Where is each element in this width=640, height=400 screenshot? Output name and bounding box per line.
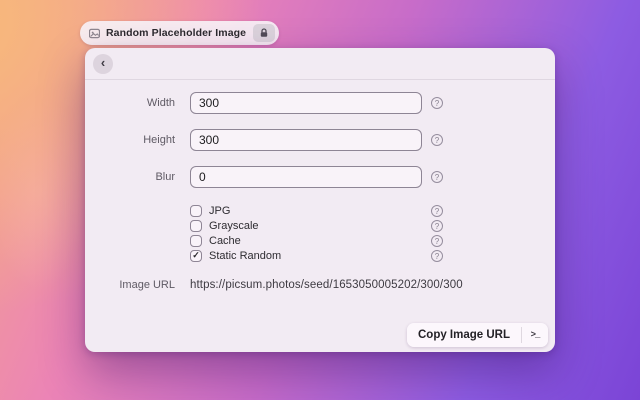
help-icon[interactable]: ? <box>431 220 443 232</box>
cache-label: Cache <box>209 235 241 247</box>
form: Width ? Height ? Blur ? <box>85 80 555 291</box>
help-icon[interactable]: ? <box>431 97 443 109</box>
lock-chip <box>253 24 275 42</box>
help-icon[interactable]: ? <box>431 235 443 247</box>
jpg-checkbox[interactable]: ✓ <box>190 205 202 217</box>
help-icon[interactable]: ? <box>431 205 443 217</box>
grayscale-checkbox[interactable]: ✓ <box>190 220 202 232</box>
height-row: Height ? <box>85 129 555 151</box>
checkbox-group: ✓ JPG ? ✓ Grayscale ? ✓ Cache ? <box>85 203 555 263</box>
lock-icon <box>259 28 269 38</box>
width-label: Width <box>85 97 190 109</box>
image-url-label: Image URL <box>85 279 190 291</box>
image-url-row: Image URL https://picsum.photos/seed/165… <box>85 279 555 291</box>
launcher-pill[interactable]: Random Placeholder Image <box>80 21 279 45</box>
back-button[interactable]: ‹ <box>93 54 113 74</box>
jpg-row: ✓ JPG ? <box>85 203 555 218</box>
grayscale-label: Grayscale <box>209 220 259 232</box>
cache-checkbox[interactable]: ✓ <box>190 235 202 247</box>
blur-label: Blur <box>85 171 190 183</box>
help-icon[interactable]: ? <box>431 250 443 262</box>
blur-input[interactable] <box>190 166 422 188</box>
static-random-label: Static Random <box>209 250 281 262</box>
image-icon <box>89 28 100 39</box>
jpg-label: JPG <box>209 205 230 217</box>
static-random-checkbox[interactable]: ✓ <box>190 250 202 262</box>
check-icon: ✓ <box>192 251 200 260</box>
actions-menu-button[interactable]: >_ <box>522 323 548 347</box>
static-random-row: ✓ Static Random ? <box>85 248 555 263</box>
cache-row: ✓ Cache ? <box>85 233 555 248</box>
help-icon[interactable]: ? <box>431 134 443 146</box>
desktop: { "icons": { "back": "‹", "help": "?", "… <box>0 0 640 400</box>
terminal-icon: >_ <box>531 330 540 340</box>
copy-image-url-button[interactable]: Copy Image URL <box>407 323 521 347</box>
width-row: Width ? <box>85 92 555 114</box>
grayscale-row: ✓ Grayscale ? <box>85 218 555 233</box>
height-input[interactable] <box>190 129 422 151</box>
launcher-title: Random Placeholder Image <box>106 27 246 39</box>
blur-row: Blur ? <box>85 166 555 188</box>
extension-window: ‹ Width ? Height ? Blur ? <box>85 48 555 352</box>
window-header: ‹ <box>85 48 555 80</box>
action-bar: Copy Image URL >_ <box>407 323 548 347</box>
image-url-value: https://picsum.photos/seed/1653050005202… <box>190 279 463 291</box>
help-icon[interactable]: ? <box>431 171 443 183</box>
height-label: Height <box>85 134 190 146</box>
width-input[interactable] <box>190 92 422 114</box>
